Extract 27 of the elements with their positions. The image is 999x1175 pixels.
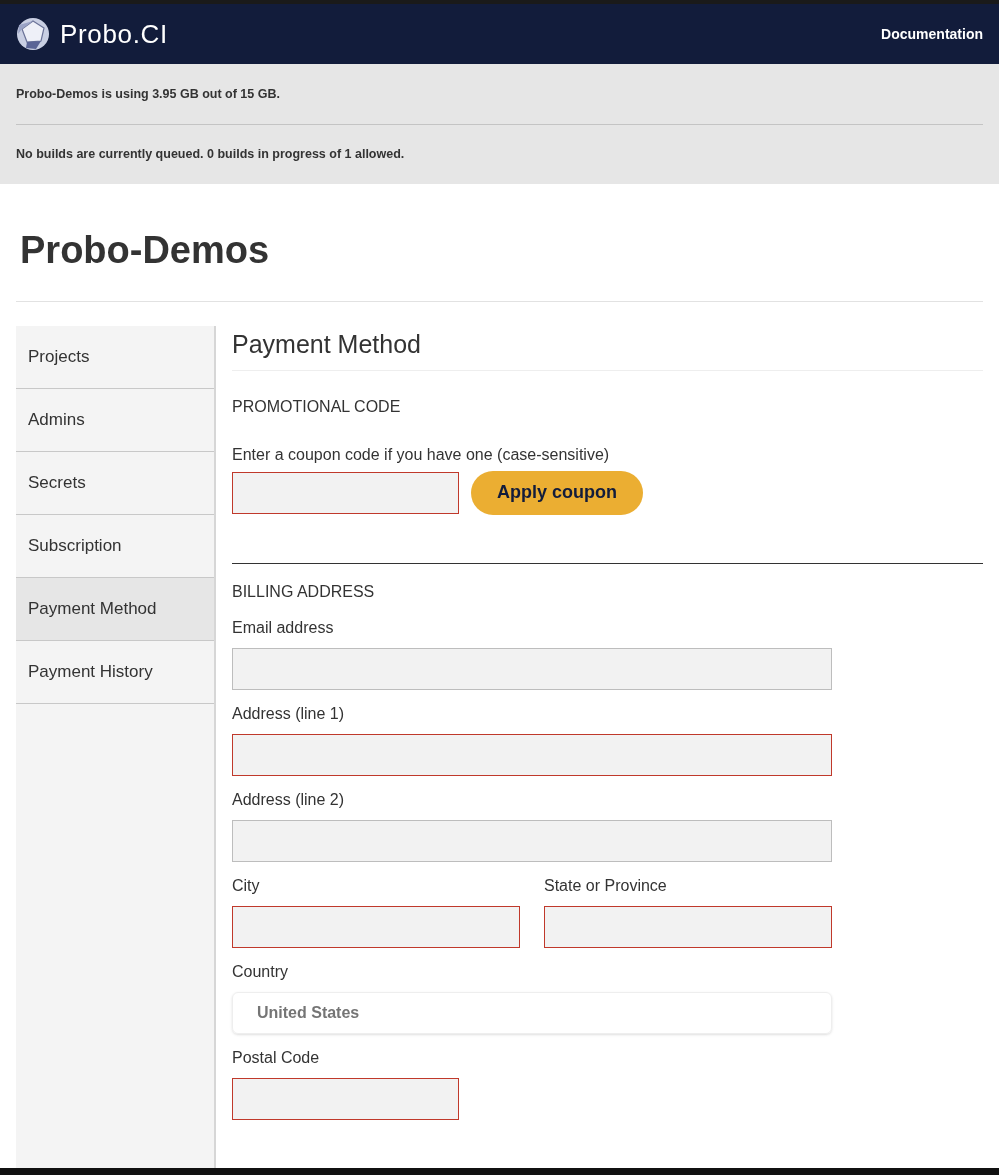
input-field[interactable] (232, 733, 832, 776)
coupon-field[interactable] (232, 471, 459, 514)
field-label: State or Province (544, 875, 668, 896)
field-label: Country (232, 961, 290, 982)
field-label: Enter a coupon code if you have one (case-sensitive) (232, 444, 611, 465)
field-label: City (232, 875, 261, 896)
field-label: Address (line 1) (232, 703, 346, 724)
country-select[interactable]: United States (232, 991, 832, 1034)
documentation-link[interactable]: Documentation (881, 23, 983, 45)
field-label: Address (line 2) (232, 789, 346, 810)
section-title: Payment Method (232, 329, 422, 360)
section-heading: PROMOTIONAL CODE (232, 396, 402, 417)
notice-text: No builds are currently queued. 0 builds in progress of 1 allowed. (16, 146, 405, 164)
input-field[interactable] (544, 905, 832, 948)
brand-name[interactable]: Probo.CI (60, 14, 168, 54)
input-field[interactable] (232, 647, 832, 690)
sidebar-item[interactable]: Payment Method (16, 578, 214, 641)
apply-coupon-button[interactable]: Apply coupon (471, 470, 643, 515)
page-title: Probo-Demos (19, 228, 271, 273)
logo-icon (16, 17, 50, 51)
field-label: Postal Code (232, 1047, 321, 1068)
field-label: Email address (232, 617, 335, 638)
notice-text: Probo-Demos is using 3.95 GB out of 15 GB. (16, 85, 280, 103)
section-heading: BILLING ADDRESS (232, 581, 376, 602)
input-field[interactable] (232, 905, 520, 948)
input-field[interactable] (232, 819, 832, 862)
input-field[interactable] (232, 1077, 459, 1120)
